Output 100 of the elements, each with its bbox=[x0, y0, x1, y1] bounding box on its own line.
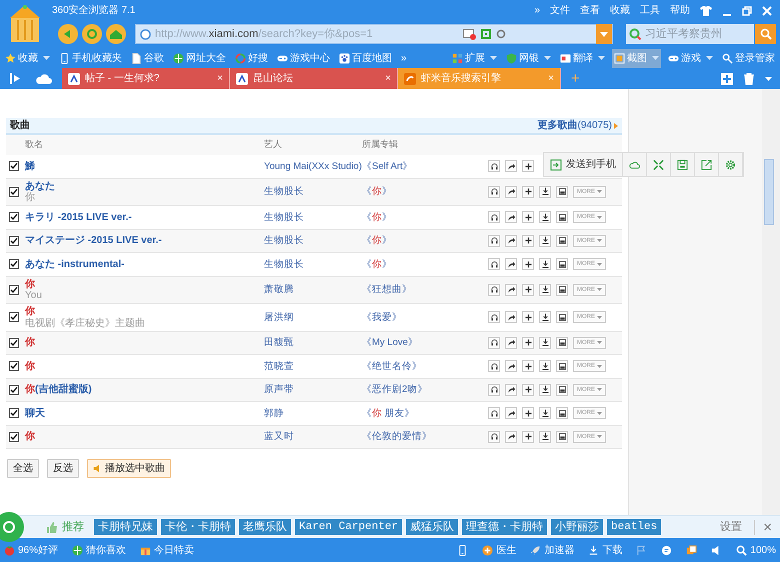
share-button[interactable] bbox=[505, 360, 517, 372]
status-item[interactable]: 下载 bbox=[588, 542, 622, 558]
bookmark-item[interactable]: 百度地图 bbox=[337, 48, 394, 68]
more-songs-link[interactable]: 更多歌曲(94075) bbox=[538, 118, 612, 133]
bookmark-item[interactable]: 网址大全 bbox=[171, 48, 228, 68]
artist-link[interactable]: 郭静 bbox=[264, 408, 284, 419]
tag-button[interactable]: beatles bbox=[607, 518, 662, 536]
browser-tab[interactable]: 虾米音乐搜索引擎 × bbox=[398, 68, 561, 89]
album-link[interactable]: 《你》 bbox=[362, 235, 392, 246]
download-button[interactable] bbox=[539, 336, 551, 349]
download-button[interactable] bbox=[539, 234, 551, 247]
address-field[interactable]: http://www.xiami.com/search?key=你&pos=1 bbox=[135, 24, 613, 44]
share-button[interactable] bbox=[505, 384, 517, 396]
artist-link[interactable]: 范晓萱 bbox=[264, 360, 294, 372]
menu-item[interactable]: 查看 bbox=[580, 3, 600, 18]
listen-button[interactable] bbox=[488, 360, 500, 372]
tag-button[interactable]: 卡伦・卡朋特 bbox=[161, 518, 235, 536]
add-button[interactable] bbox=[522, 360, 534, 372]
listen-button[interactable] bbox=[488, 211, 500, 224]
shirt-icon[interactable] bbox=[700, 6, 712, 16]
send-to-phone-button[interactable] bbox=[556, 284, 568, 296]
tab-close-button[interactable]: × bbox=[548, 71, 554, 86]
download-button[interactable] bbox=[539, 384, 551, 396]
add-button[interactable] bbox=[522, 284, 534, 296]
artist-link[interactable]: 萧敬腾 bbox=[264, 284, 294, 296]
menu-item[interactable]: 收藏 bbox=[610, 3, 630, 18]
scroll-thumb[interactable] bbox=[764, 159, 774, 225]
share-button[interactable] bbox=[505, 407, 517, 420]
song-title-link[interactable]: 鯑 bbox=[25, 160, 35, 172]
share-button[interactable] bbox=[505, 336, 517, 349]
status-item[interactable]: 加速器 bbox=[530, 542, 574, 558]
tag-button[interactable]: 小野丽莎 bbox=[551, 518, 604, 536]
launcher-button[interactable] bbox=[0, 512, 24, 542]
album-link[interactable]: 《狂想曲》 bbox=[362, 284, 412, 296]
listen-button[interactable] bbox=[488, 407, 500, 420]
bookmark-item[interactable]: 网银 bbox=[504, 48, 553, 68]
close-button[interactable]: × bbox=[754, 520, 780, 534]
phone-icon[interactable] bbox=[457, 544, 468, 556]
menu-item[interactable]: 工具 bbox=[640, 3, 660, 18]
browser-tab[interactable]: 帖子 - 一生何求? × bbox=[62, 68, 230, 89]
bookmark-item[interactable]: » bbox=[399, 48, 409, 68]
song-title-link[interactable]: キラリ -2015 LIVE ver.- bbox=[25, 212, 132, 223]
album-link[interactable]: 《你》 bbox=[362, 186, 392, 198]
send-to-phone-button[interactable] bbox=[556, 234, 568, 247]
artist-link[interactable]: 生物股长 bbox=[264, 186, 304, 198]
song-title-link[interactable]: 聊天 bbox=[25, 408, 45, 419]
listen-button[interactable] bbox=[488, 234, 500, 247]
add-button[interactable] bbox=[522, 186, 534, 198]
play-selected-button[interactable]: 播放选中歌曲 bbox=[87, 459, 171, 478]
download-button[interactable] bbox=[539, 360, 551, 372]
artist-link[interactable]: 蓝又时 bbox=[264, 431, 294, 442]
song-title-link[interactable]: マイステージ -2015 LIVE ver.- bbox=[25, 235, 162, 246]
album-link[interactable]: 《绝世名伶》 bbox=[362, 360, 422, 372]
bookmark-item[interactable]: 游戏中心 bbox=[275, 48, 332, 68]
album-link[interactable]: 《我爱》 bbox=[362, 312, 402, 323]
status-item[interactable]: 医生 bbox=[482, 542, 516, 558]
song-title-link[interactable]: あなた -instrumental- bbox=[25, 258, 124, 270]
add-icon[interactable] bbox=[721, 72, 733, 84]
checkbox[interactable] bbox=[9, 259, 19, 270]
tab-close-button[interactable]: × bbox=[385, 71, 391, 86]
checkbox[interactable] bbox=[9, 338, 19, 348]
checkbox[interactable] bbox=[9, 212, 19, 222]
close-icon[interactable] bbox=[762, 6, 772, 16]
menu-item[interactable]: 文件 bbox=[550, 3, 570, 18]
tag-button[interactable]: 卡朋特兄妹 bbox=[94, 518, 157, 536]
tag-button[interactable]: Karen Carpenter bbox=[295, 518, 402, 536]
song-title-link[interactable]: 你 bbox=[25, 360, 35, 372]
tab-close-button[interactable]: × bbox=[217, 71, 223, 86]
download-button[interactable] bbox=[539, 407, 551, 420]
share-button[interactable] bbox=[505, 311, 517, 324]
new-tab-button[interactable]: + bbox=[561, 68, 590, 89]
album-link[interactable]: 《伦敦的爱情》 bbox=[362, 431, 432, 442]
checkbox[interactable] bbox=[9, 432, 19, 442]
sidebar-toggle-icon[interactable] bbox=[10, 73, 22, 84]
listen-button[interactable] bbox=[488, 284, 500, 296]
add-button[interactable] bbox=[522, 258, 534, 270]
settings-link[interactable]: 设置 bbox=[720, 518, 742, 536]
send-to-phone-button[interactable] bbox=[556, 258, 568, 270]
checkbox[interactable] bbox=[9, 284, 19, 295]
menu-item[interactable]: 帮助 bbox=[670, 3, 690, 18]
send-to-phone-button[interactable] bbox=[556, 407, 568, 420]
album-link[interactable]: 《你》 bbox=[362, 212, 392, 223]
listen-button[interactable] bbox=[488, 384, 500, 396]
search-field[interactable]: 习近平考察贵州 bbox=[626, 24, 754, 44]
artist-link[interactable]: 屠洪纲 bbox=[264, 312, 294, 323]
bookmark-item[interactable]: 手机收藏夹 bbox=[57, 48, 124, 68]
listen-button[interactable] bbox=[488, 311, 500, 324]
share-button[interactable] bbox=[505, 186, 517, 198]
send-to-phone-button[interactable] bbox=[556, 336, 568, 349]
checkbox[interactable] bbox=[9, 408, 19, 418]
song-title-link[interactable]: 你 bbox=[25, 337, 35, 348]
status-item[interactable]: 猜你喜欢 bbox=[72, 542, 126, 558]
bookmark-item[interactable]: 谷歌 bbox=[129, 48, 166, 68]
artist-link[interactable]: 田馥甄 bbox=[264, 337, 294, 348]
restore-icon[interactable] bbox=[742, 6, 752, 16]
checkbox[interactable] bbox=[9, 312, 19, 322]
bookmark-item[interactable]: 翻译 bbox=[558, 48, 607, 68]
bookmark-item[interactable]: 截图 bbox=[612, 48, 661, 68]
song-title-link[interactable]: 你(吉他甜蜜版) bbox=[25, 384, 92, 396]
share-button[interactable] bbox=[505, 160, 517, 172]
